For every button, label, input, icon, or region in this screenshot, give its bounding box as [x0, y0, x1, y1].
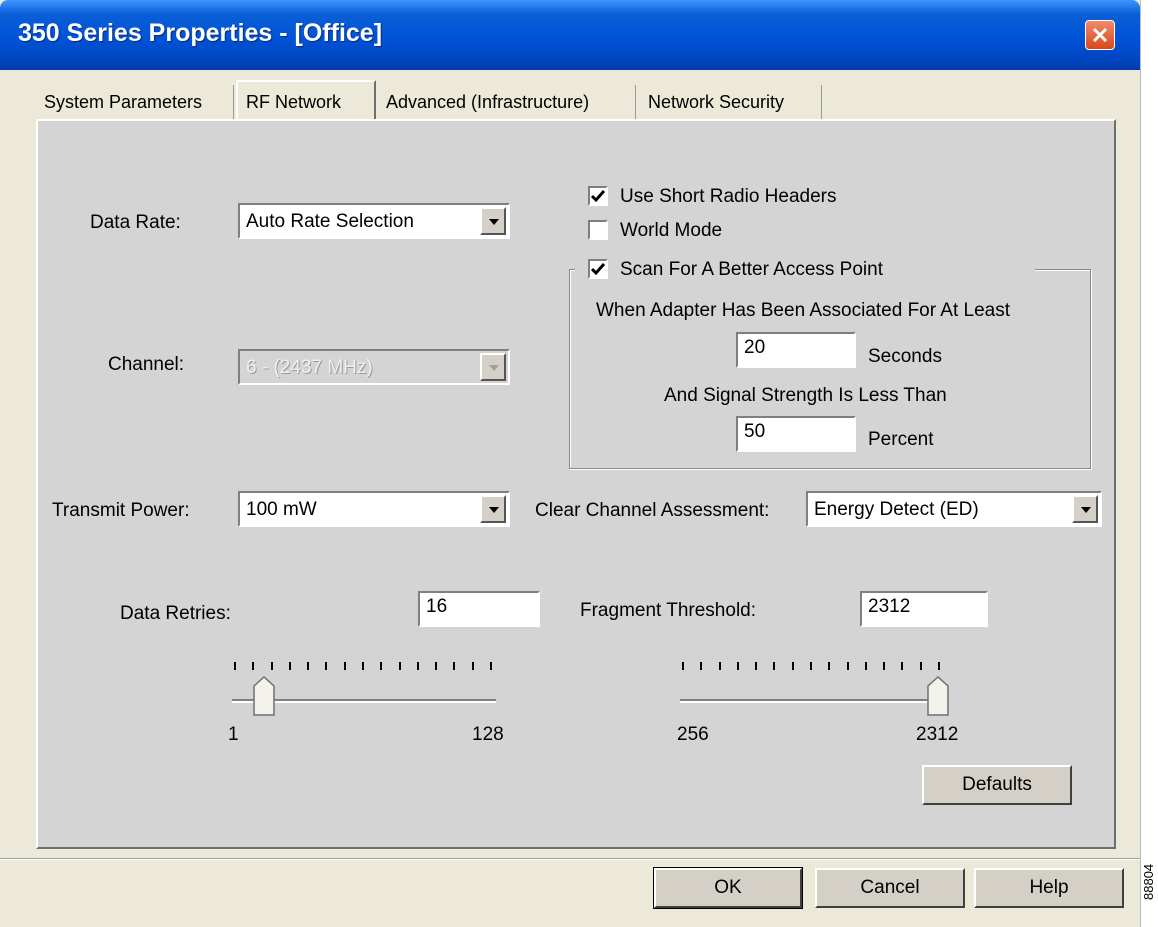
- slider-tick: [380, 662, 383, 670]
- data-retries-min-label: 1: [228, 724, 239, 745]
- tab-label: RF Network: [246, 92, 342, 112]
- slider-tick: [234, 662, 236, 670]
- slider-tick: [435, 662, 438, 670]
- chevron-down-icon[interactable]: [1072, 495, 1098, 523]
- slider-tick: [700, 662, 703, 670]
- slider-tick: [864, 662, 867, 670]
- cca-label: Clear Channel Assessment:: [535, 500, 770, 521]
- scan-better-ap-checkbox[interactable]: [588, 259, 608, 279]
- fragment-threshold-min-label: 256: [677, 724, 709, 745]
- slider-tick: [343, 662, 346, 670]
- slider-tick: [919, 662, 922, 670]
- tab-system-parameters[interactable]: System Parameters: [36, 85, 234, 121]
- fragment-threshold-label: Fragment Threshold:: [580, 600, 757, 621]
- seconds-unit-label: Seconds: [868, 346, 942, 367]
- slider-tick: [736, 662, 739, 670]
- associated-duration-label: When Adapter Has Been Associated For At …: [596, 300, 1011, 321]
- help-button[interactable]: Help: [974, 868, 1124, 908]
- scan-better-ap-label: Scan For A Better Access Point: [620, 259, 883, 280]
- seconds-input[interactable]: 20: [736, 332, 856, 368]
- slider-tick: [718, 662, 721, 670]
- tab-label: Advanced (Infrastructure): [386, 92, 590, 112]
- data-rate-label: Data Rate:: [90, 212, 181, 233]
- slider-tick: [938, 662, 940, 670]
- data-retries-max-label: 128: [472, 724, 504, 745]
- chevron-down-icon[interactable]: [480, 207, 506, 235]
- slider-tick: [307, 662, 310, 670]
- defaults-button[interactable]: Defaults: [922, 765, 1072, 805]
- figure-number: 88804: [1141, 863, 1156, 900]
- channel-select[interactable]: 6 - (2437 MHz): [238, 349, 510, 385]
- close-icon: [1092, 27, 1108, 43]
- channel-label: Channel:: [108, 354, 185, 375]
- slider-tick: [288, 662, 291, 670]
- channel-value: 6 - (2437 MHz): [246, 357, 373, 378]
- checkmark-icon: [591, 263, 605, 276]
- slider-thumb[interactable]: [927, 676, 951, 716]
- slider-tick: [471, 662, 474, 670]
- data-retries-input[interactable]: 16: [418, 591, 540, 627]
- world-mode-label: World Mode: [620, 220, 723, 241]
- close-button[interactable]: [1085, 20, 1115, 50]
- slider-tick: [362, 662, 364, 670]
- cca-select[interactable]: Energy Detect (ED): [806, 491, 1102, 527]
- percent-unit-label: Percent: [868, 429, 934, 450]
- slider-tick: [846, 662, 849, 670]
- short-radio-headers-checkbox[interactable]: [588, 186, 608, 206]
- slider-tick: [828, 662, 831, 670]
- short-radio-headers-label: Use Short Radio Headers: [620, 186, 837, 207]
- data-rate-select[interactable]: Auto Rate Selection: [238, 203, 510, 239]
- slider-tick: [755, 662, 758, 670]
- slider-tick: [773, 662, 776, 670]
- ok-button[interactable]: OK: [653, 867, 803, 909]
- slider-tick: [325, 662, 328, 670]
- tab-network-security[interactable]: Network Security: [640, 85, 822, 121]
- transmit-power-value: 100 mW: [246, 499, 317, 520]
- slider-tick: [398, 662, 401, 670]
- slider-tick: [682, 662, 684, 670]
- chevron-down-icon[interactable]: [480, 495, 506, 523]
- slider-tick: [810, 662, 812, 670]
- slider-track: [680, 699, 944, 703]
- fragment-threshold-input[interactable]: 2312: [860, 591, 988, 627]
- fragment-threshold-max-label: 2312: [916, 724, 959, 745]
- cancel-button[interactable]: Cancel: [815, 868, 965, 908]
- slider-tick: [901, 662, 904, 670]
- tab-label: System Parameters: [44, 92, 203, 112]
- properties-dialog: 350 Series Properties - [Office] System …: [0, 0, 1141, 927]
- tab-label: Network Security: [648, 92, 785, 112]
- world-mode-checkbox[interactable]: [588, 220, 608, 240]
- checkmark-icon: [591, 190, 605, 203]
- tab-advanced-infrastructure[interactable]: Advanced (Infrastructure): [378, 85, 636, 121]
- tab-rf-network[interactable]: RF Network: [236, 80, 376, 122]
- transmit-power-label: Transmit Power:: [52, 500, 190, 521]
- slider-thumb[interactable]: [253, 676, 277, 716]
- slider-tick: [883, 662, 886, 670]
- title-bar[interactable]: 350 Series Properties - [Office]: [0, 0, 1140, 70]
- data-rate-value: Auto Rate Selection: [246, 211, 414, 232]
- percent-input[interactable]: 50: [736, 416, 856, 452]
- slider-tick: [791, 662, 794, 670]
- slider-tick: [270, 662, 273, 670]
- slider-tick: [416, 662, 419, 670]
- window-title: 350 Series Properties - [Office]: [18, 19, 383, 47]
- data-retries-label: Data Retries:: [120, 603, 231, 624]
- transmit-power-select[interactable]: 100 mW: [238, 491, 510, 527]
- slider-tick: [490, 662, 492, 670]
- cca-value: Energy Detect (ED): [814, 499, 979, 520]
- slider-tick: [252, 662, 255, 670]
- signal-strength-label: And Signal Strength Is Less Than: [664, 385, 947, 406]
- chevron-down-icon[interactable]: [480, 353, 506, 381]
- slider-tick: [453, 662, 456, 670]
- separator: [0, 858, 1140, 860]
